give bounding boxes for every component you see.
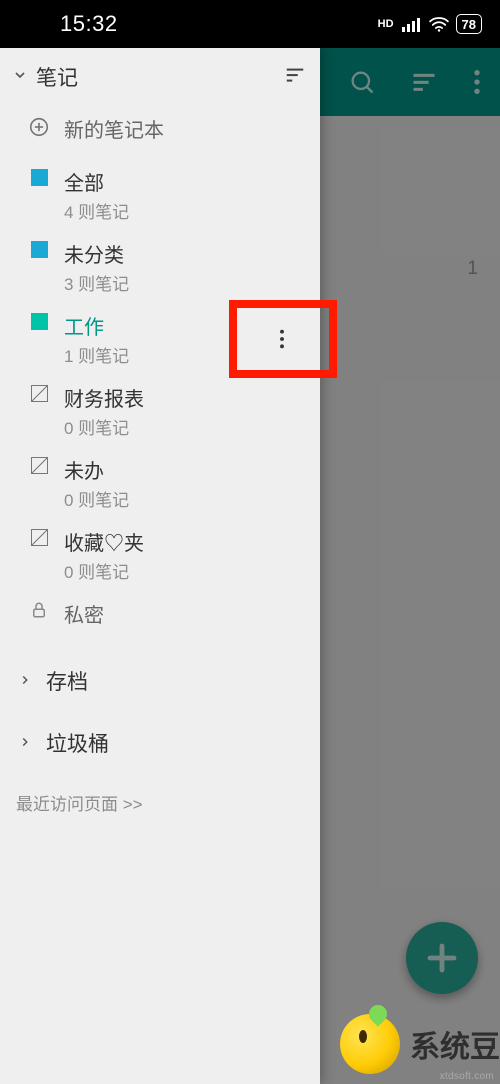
add-circle-icon [26,116,52,138]
lock-icon [26,601,52,619]
notebook-item-work[interactable]: 工作 1 则笔记 [0,303,320,375]
notebook-item-all[interactable]: 全部 4 则笔记 [0,159,320,231]
square-outline-icon [26,457,52,474]
watermark-text: 系统豆 [410,1022,500,1066]
chevron-right-icon [18,669,32,693]
notebook-count: 0 则笔记 [64,486,129,511]
watermark-logo [340,1014,400,1074]
square-icon [26,241,52,258]
notebook-item-financial[interactable]: 财务报表 0 则笔记 [0,375,320,447]
notebook-name: 工作 [64,311,129,340]
square-outline-icon [26,529,52,546]
drawer-sort-icon[interactable] [284,64,306,91]
notebook-item-todo[interactable]: 未办 0 则笔记 [0,447,320,519]
battery-indicator: 78 [456,14,482,34]
wifi-icon [428,16,450,32]
status-right: HD 78 [378,14,482,34]
navigation-drawer: 笔记 新的笔记本 全部 4 则笔记 未分类 3 则笔记 [0,48,320,1084]
battery-level: 78 [462,17,476,32]
notebook-count: 1 则笔记 [64,342,129,367]
notebook-item-private[interactable]: 私密 [0,591,320,636]
status-bar: 15:32 HD 78 [0,0,500,48]
notebook-name: 全部 [64,167,129,196]
notebook-count: 4 则笔记 [64,198,129,223]
archive-section[interactable]: 存档 [0,650,320,712]
notebook-count: 3 则笔记 [64,270,129,295]
notebook-name: 未分类 [64,239,129,268]
chevron-down-icon [12,67,28,88]
notebook-name: 财务报表 [64,383,144,412]
signal-icon [402,16,422,32]
notebook-name: 未办 [64,455,129,484]
notebook-item-favorites[interactable]: 收藏♡夹 0 则笔记 [0,519,320,591]
trash-section[interactable]: 垃圾桶 [0,712,320,774]
notebook-count: 0 则笔记 [64,558,144,583]
new-notebook-button[interactable]: 新的笔记本 [0,106,320,151]
archive-label: 存档 [46,666,88,696]
watermark-url: xtdsoft.com [440,1071,494,1082]
new-notebook-label: 新的笔记本 [64,114,164,143]
recent-pages-link[interactable]: 最近访问页面 >> [0,774,320,831]
square-outline-icon [26,385,52,402]
watermark: 系统豆 xtdsoft.com [340,1004,500,1084]
trash-label: 垃圾桶 [46,728,109,758]
square-icon [26,313,52,330]
notes-section-header[interactable]: 笔记 [0,48,320,106]
chevron-right-icon [18,731,32,755]
notebook-name: 收藏♡夹 [64,527,144,556]
notebook-count: 0 则笔记 [64,414,144,439]
notebook-overflow-button[interactable] [266,323,298,355]
notes-section-title: 笔记 [36,62,78,92]
notebook-name: 私密 [64,599,104,628]
notebook-item-uncategorized[interactable]: 未分类 3 则笔记 [0,231,320,303]
recent-pages-label: 最近访问页面 >> [16,795,143,814]
hd-indicator: HD [378,19,394,30]
status-time: 15:32 [60,11,118,37]
square-icon [26,169,52,186]
